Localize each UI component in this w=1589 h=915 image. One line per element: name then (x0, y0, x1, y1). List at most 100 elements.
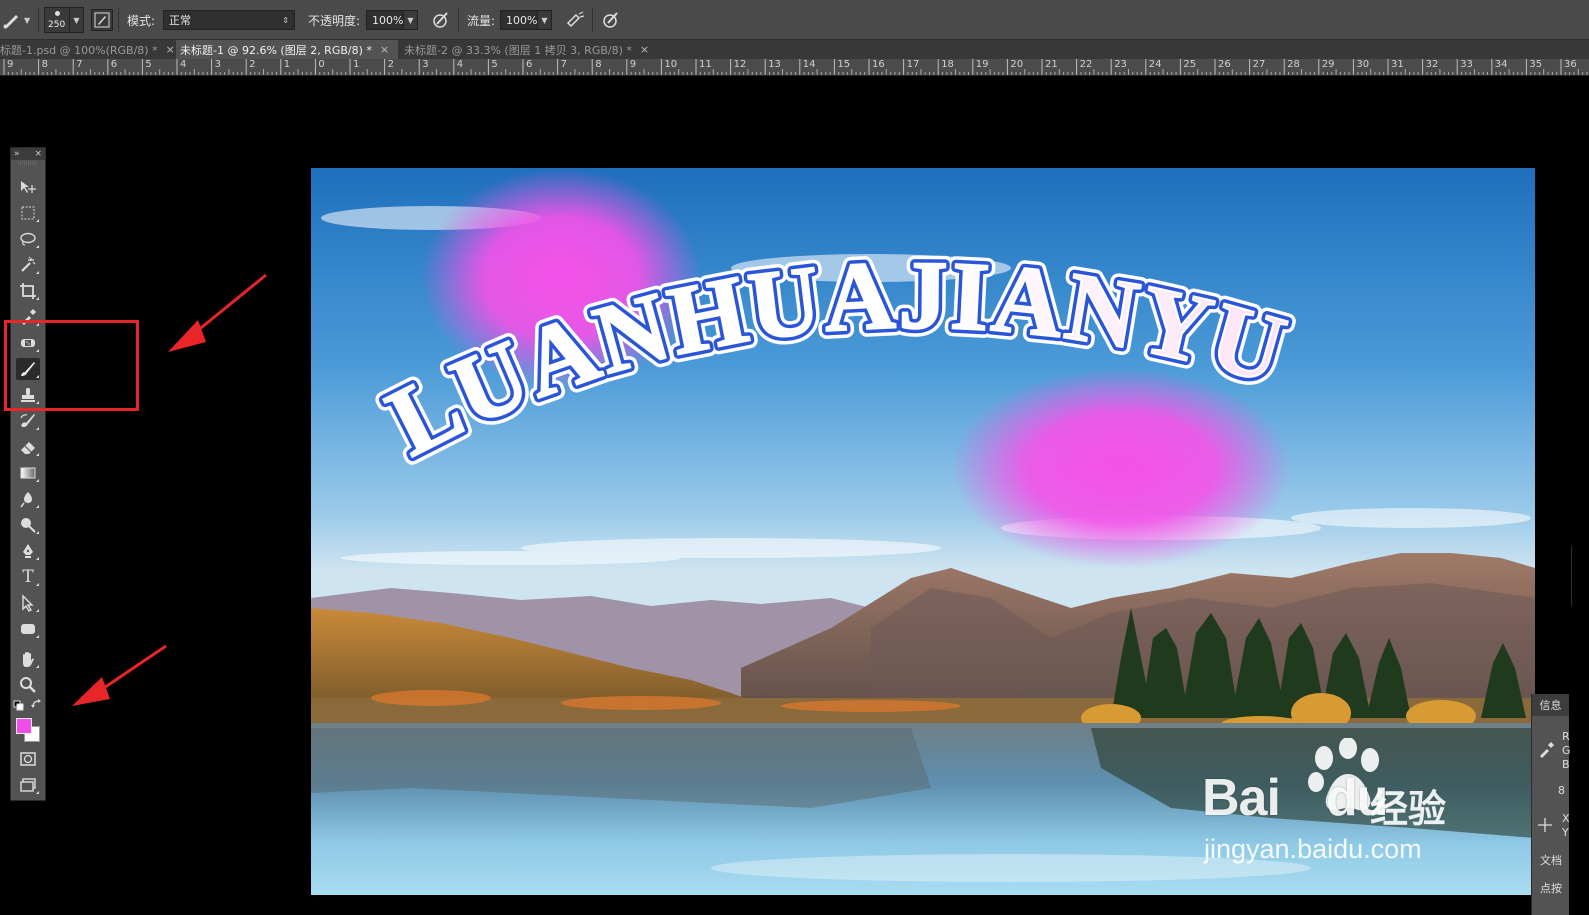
brush-preset-icon (3, 15, 18, 29)
tool-highlight-box (4, 320, 139, 411)
ruler-label: 8 (595, 59, 602, 70)
ruler-label: 16 (872, 59, 885, 70)
opacity-field[interactable]: 100% ▼ (366, 0, 418, 40)
tool-preset-picker[interactable]: ▼ (2, 0, 30, 40)
ruler-label: 30 (1356, 59, 1370, 70)
type-icon: T (22, 567, 34, 587)
close-icon[interactable]: × (380, 43, 389, 56)
default-colors-icon[interactable] (13, 700, 24, 711)
brush-size-picker[interactable]: 250 ▼ (44, 0, 84, 40)
crop-tool[interactable] (16, 280, 40, 302)
ruler-label: 5 (491, 59, 498, 70)
ruler-label: 15 (837, 59, 851, 70)
chevron-down-icon[interactable]: ▼ (404, 10, 418, 30)
horizontal-ruler[interactable]: 9 8 7 6 5 4 3 2 1 0 1 2 3 4 5 6 7 8 9 10 11 12 13 14 15 16 17 18 19 2… (0, 59, 1589, 76)
baidu-watermark: Bai du 经验 jingyan.baidu.com (1202, 738, 1492, 868)
airbrush-button[interactable] (564, 0, 586, 40)
ruler-label: 2 (387, 59, 394, 70)
ruler-label: 6 (110, 59, 118, 70)
hand-tool[interactable] (16, 648, 40, 670)
tab-document-1[interactable]: 标题-1.psd @ 100%(RGB/8) * × (0, 40, 174, 59)
info-panel: 信息 R G B 8 X Y 文档 点按 (1531, 694, 1571, 915)
close-icon[interactable]: × (166, 43, 174, 56)
foreground-color-swatch[interactable] (16, 718, 32, 734)
ruler-label: 14 (802, 59, 816, 70)
tab-document-3[interactable]: 未标题-2 @ 33.3% (图层 1 拷贝 3, RGB/8) * × (400, 40, 662, 59)
close-icon[interactable]: × (640, 43, 649, 56)
info-r: R (1562, 730, 1570, 743)
eyedropper-icon (1540, 742, 1554, 758)
svg-text:LUANHUAJIANYU: LUANHUAJIANYU (372, 241, 1298, 477)
gradient-tool[interactable] (16, 462, 40, 484)
magic-wand-icon (21, 256, 36, 272)
path-selection-tool[interactable] (16, 592, 40, 614)
divider (118, 8, 119, 32)
type-tool[interactable]: T (16, 566, 40, 588)
arched-title[interactable]: LUANHUAJIANYU LUANHUAJIANYU LUANHUAJIANY… (311, 168, 1535, 528)
info-bit-depth: 8 (1558, 784, 1565, 797)
ruler-label: 7 (76, 59, 83, 70)
blur-tool[interactable] (16, 488, 40, 510)
color-controls (13, 698, 45, 712)
lasso-tool[interactable] (16, 228, 40, 250)
marquee-tool[interactable] (16, 202, 40, 224)
history-brush-tool[interactable] (16, 410, 40, 432)
ruler-label: 6 (526, 59, 533, 70)
info-x: X (1562, 812, 1570, 825)
toolbox-grip[interactable] (11, 160, 45, 166)
ruler-label: 20 (1010, 59, 1024, 70)
shape-tool[interactable] (16, 618, 40, 640)
opacity-label: 不透明度: (308, 13, 361, 28)
magic-wand-tool[interactable] (16, 254, 40, 276)
eraser-tool[interactable] (16, 436, 40, 458)
mode-select[interactable]: 正常 ⇕ (163, 0, 295, 40)
ruler-label: 1 (353, 59, 360, 70)
divider (38, 8, 39, 32)
flow-value: 100% (506, 13, 538, 27)
ruler-label: 3 (214, 59, 221, 70)
ruler-label: 5 (145, 59, 152, 70)
crosshair-icon (1538, 818, 1552, 832)
toolbox-header[interactable]: » × (11, 148, 45, 160)
close-icon[interactable]: × (34, 149, 42, 159)
quick-mask-tool[interactable] (16, 748, 40, 770)
dodge-tool[interactable] (16, 514, 40, 536)
dodge-icon (21, 518, 36, 533)
crop-icon (20, 283, 36, 299)
ruler-label: 26 (1218, 59, 1231, 70)
brush-panel-toggle[interactable] (91, 0, 113, 40)
divider (458, 8, 459, 32)
chevron-down-icon: ▼ (24, 15, 31, 25)
blur-icon (20, 492, 32, 508)
ruler-label: 36 (1564, 59, 1577, 70)
rounded-rect-icon (21, 624, 35, 634)
flow-field[interactable]: 100% ▼ (500, 0, 552, 40)
swap-colors-icon[interactable] (31, 698, 43, 710)
tab-document-2[interactable]: 未标题-1 @ 92.6% (图层 2, RGB/8) * × (176, 40, 398, 59)
expand-icon[interactable]: » (14, 149, 20, 159)
flow-label: 流量: (467, 13, 496, 28)
tab-info[interactable]: 信息 (1532, 694, 1569, 716)
chevron-down-icon[interactable]: ▼ (538, 10, 552, 30)
screen-mode-icon (20, 778, 36, 792)
watermark-url: jingyan.baidu.com (1204, 834, 1422, 864)
zoom-tool[interactable] (16, 674, 40, 696)
ruler-label: 25 (1183, 59, 1197, 70)
ruler-label: 23 (1114, 59, 1127, 70)
ruler-label: 33 (1460, 59, 1473, 70)
ruler-label: 31 (1391, 59, 1404, 70)
chevron-down-icon[interactable]: ▼ (70, 7, 84, 33)
ruler-label: 22 (1079, 59, 1093, 70)
ruler-label: 4 (180, 59, 187, 70)
opacity-pressure-button[interactable] (430, 0, 452, 40)
ruler-label: 3 (422, 59, 429, 70)
screen-mode-tool[interactable] (16, 774, 40, 796)
size-pressure-button[interactable] (600, 0, 622, 40)
move-tool[interactable] (16, 176, 40, 198)
brush-size-value: 250 (48, 20, 66, 30)
info-doc-label: 文档 (1540, 854, 1562, 867)
eraser-icon (21, 442, 35, 454)
pen-tool[interactable] (16, 540, 40, 562)
hand-icon (23, 652, 34, 667)
watermark-brand: Bai du (1202, 769, 1388, 827)
